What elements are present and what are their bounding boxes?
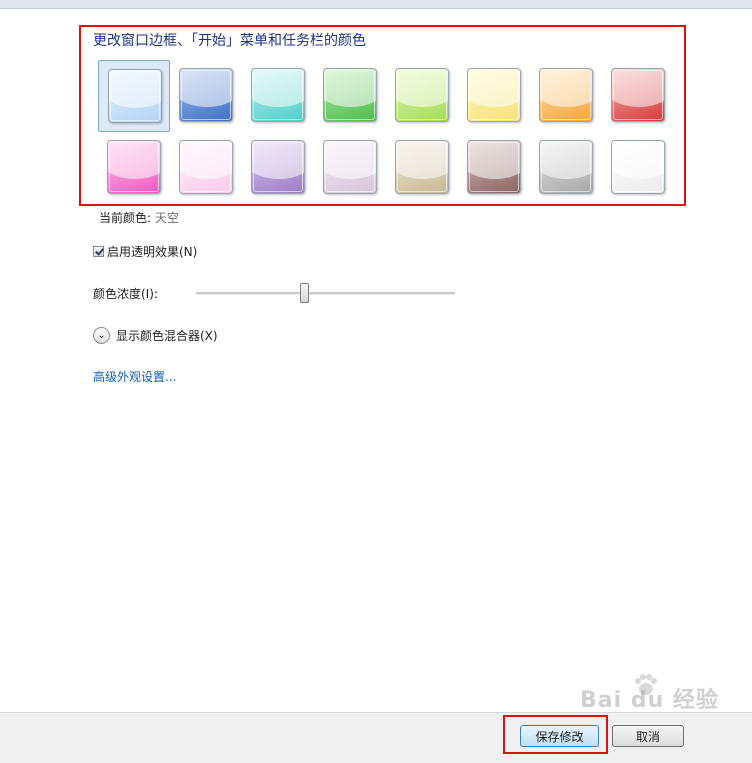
- advanced-appearance-link[interactable]: 高级外观设置...: [93, 368, 176, 385]
- window-top-strip: [0, 0, 752, 9]
- color-mixer-label: 显示颜色混合器(X): [116, 329, 218, 343]
- intensity-slider-thumb[interactable]: [299, 283, 309, 303]
- highlight-box-save: [503, 715, 608, 754]
- chevron-down-icon[interactable]: ⌄: [93, 327, 110, 344]
- transparency-label: 启用透明效果(N): [107, 245, 198, 259]
- highlight-box-colors: [79, 25, 686, 206]
- intensity-slider-track[interactable]: [196, 292, 455, 295]
- transparency-option[interactable]: 启用透明效果(N): [93, 243, 197, 260]
- current-color-label: 当前颜色: 天空: [99, 209, 179, 226]
- intensity-label: 颜色浓度(I):: [93, 287, 158, 301]
- paw-watermark-icon: [635, 674, 657, 695]
- current-color-value: 天空: [154, 211, 179, 225]
- cancel-button[interactable]: 取消: [612, 725, 684, 747]
- transparency-checkbox[interactable]: [93, 246, 104, 257]
- current-color-caption: 当前颜色:: [99, 211, 152, 225]
- color-mixer-toggle[interactable]: ⌄ 显示颜色混合器(X): [93, 327, 218, 344]
